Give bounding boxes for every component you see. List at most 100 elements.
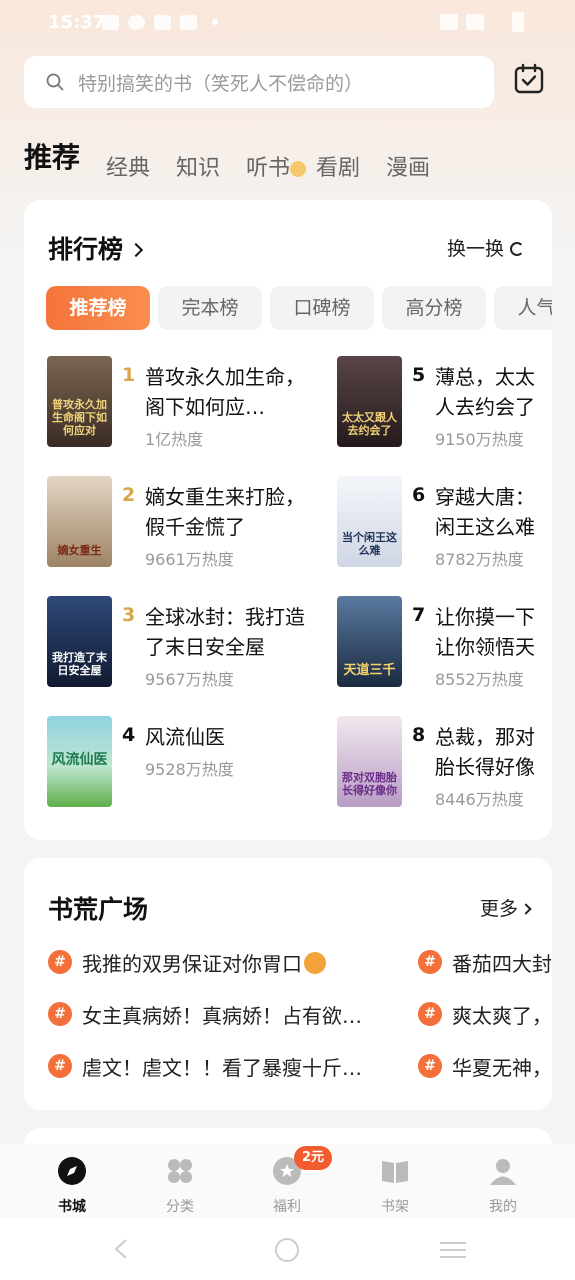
book-cover: 当个闲王这么难 xyxy=(337,476,402,567)
book-heat: 9150万热度 xyxy=(435,430,524,449)
hot-face-emoji-icon xyxy=(304,952,326,974)
eye-icon xyxy=(440,14,458,30)
tab-classic[interactable]: 经典 xyxy=(106,150,150,182)
mail-icon xyxy=(154,15,171,30)
ranking-card: 排行榜 换一换 推荐榜 完本榜 口碑榜 高分榜 人气榜 普攻永久加生命阁下如何应… xyxy=(24,200,552,840)
hashtag-icon: # xyxy=(48,950,72,974)
topic-text: 女主真病娇！真病娇！占有欲… xyxy=(82,1004,362,1028)
book-title: 风流仙医 xyxy=(145,725,225,749)
ranking-title-label: 排行榜 xyxy=(48,235,124,264)
book-item[interactable]: 风流仙医 4 风流仙医 9528万热度 xyxy=(47,716,337,816)
topic-text: 华夏无神， xyxy=(452,1056,552,1080)
rank-number: 7 xyxy=(412,604,426,626)
more-label: 更多 xyxy=(479,898,518,920)
notification-icon xyxy=(128,15,145,30)
search-placeholder: 特别搞笑的书（笑死人不偿命的） xyxy=(78,73,364,95)
hashtag-icon: # xyxy=(418,950,442,974)
topic-text: 爽太爽了， xyxy=(452,1004,552,1028)
notification-icon xyxy=(102,15,119,30)
chip-reputation[interactable]: 口碑榜 xyxy=(270,286,374,330)
chip-completed[interactable]: 完本榜 xyxy=(158,286,262,330)
nav-category[interactable]: 分类 xyxy=(145,1156,215,1216)
book-cover: 太太又跟人去约会了 xyxy=(337,356,402,447)
book-heat: 8782万热度 xyxy=(435,550,524,569)
calendar-check-icon[interactable] xyxy=(512,62,546,96)
book-item[interactable]: 太太又跟人去约会了 5 薄总，太太人去约会了 9150万热度 xyxy=(337,356,552,456)
more-button[interactable]: 更多 xyxy=(479,894,532,921)
book-cover: 那对双胞胎长得好像你 xyxy=(337,716,402,807)
book-item[interactable]: 那对双胞胎长得好像你 8 总裁，那对胎长得好像 8446万热度 xyxy=(337,716,552,816)
rank-number: 4 xyxy=(122,724,136,746)
book-heat: 9528万热度 xyxy=(145,760,234,779)
nav-bookstore[interactable]: 书城 xyxy=(37,1156,107,1216)
ranking-chips: 推荐榜 完本榜 口碑榜 高分榜 人气榜 xyxy=(46,286,552,330)
hashtag-icon: # xyxy=(418,1002,442,1026)
refresh-button[interactable]: 换一换 xyxy=(447,234,524,261)
hashtag-icon: # xyxy=(48,1054,72,1078)
topic-square-title: 书荒广场 xyxy=(48,895,149,924)
book-cover: 嫡女重生 xyxy=(47,476,112,567)
tab-drama[interactable]: 看剧 xyxy=(316,150,360,182)
chip-recommend[interactable]: 推荐榜 xyxy=(46,286,150,330)
welfare-badge: 2元 xyxy=(294,1146,333,1170)
book-title: 穿越大唐：闲王这么难 xyxy=(435,485,535,539)
bottom-nav: 书城 分类 福利 书架 我的 2元 xyxy=(0,1144,575,1218)
chip-popular[interactable]: 人气榜 xyxy=(494,286,552,330)
rank-number: 8 xyxy=(412,724,426,746)
cover-title: 我打造了末日安全屋 xyxy=(52,651,107,677)
back-icon[interactable] xyxy=(112,1238,132,1260)
topic-square-card: 书荒广场 更多 # 我推的双男保证对你胃口 # 番茄四大封 # 女主真病娇！真病… xyxy=(24,858,552,1110)
user-icon xyxy=(490,1159,516,1185)
rank-number: 5 xyxy=(412,364,426,386)
cover-title: 那对双胞胎长得好像你 xyxy=(342,771,397,797)
cover-title: 普攻永久加生命阁下如何应对 xyxy=(52,398,107,437)
wifi-icon xyxy=(466,14,484,30)
cover-title: 天道三千 xyxy=(343,663,396,678)
menu-icon[interactable] xyxy=(440,1240,466,1260)
book-title: 普攻永久加生命，阁下如何应… xyxy=(145,365,305,419)
book-open-icon xyxy=(382,1161,408,1183)
tab-comics[interactable]: 漫画 xyxy=(386,150,430,182)
book-cover: 我打造了末日安全屋 xyxy=(47,596,112,687)
refresh-label: 换一换 xyxy=(446,238,504,260)
cover-title: 嫡女重生 xyxy=(57,544,102,557)
book-item[interactable]: 当个闲王这么难 6 穿越大唐：闲王这么难 8782万热度 xyxy=(337,476,552,576)
rank-number: 2 xyxy=(122,484,136,506)
tab-audiobook[interactable]: 听书 xyxy=(246,150,307,182)
rank-number: 1 xyxy=(122,364,136,386)
nav-label: 书城 xyxy=(58,1199,86,1215)
hashtag-icon: # xyxy=(48,1002,72,1026)
home-icon[interactable] xyxy=(274,1237,300,1263)
compass-icon xyxy=(58,1157,86,1185)
book-title: 全球冰封：我打造了末日安全屋 xyxy=(145,605,305,659)
book-item[interactable]: 普攻永久加生命阁下如何应对 1 普攻永久加生命，阁下如何应… 1亿热度 xyxy=(47,356,337,456)
nav-label: 我的 xyxy=(489,1199,517,1215)
battery-icon xyxy=(512,12,524,32)
book-item[interactable]: 天道三千 7 让你摸一下让你领悟天 8552万热度 xyxy=(337,596,552,696)
nav-label: 分类 xyxy=(166,1199,194,1215)
tab-audiobook-label: 听书 xyxy=(246,156,291,181)
rank-number: 6 xyxy=(412,484,426,506)
search-input[interactable]: 特别搞笑的书（笑死人不偿命的） xyxy=(24,56,494,108)
tab-recommend[interactable]: 推荐 xyxy=(24,136,80,176)
chip-high-score[interactable]: 高分榜 xyxy=(382,286,486,330)
cover-title: 风流仙医 xyxy=(51,752,108,768)
book-item[interactable]: 我打造了末日安全屋 3 全球冰封：我打造了末日安全屋 9567万热度 xyxy=(47,596,337,696)
search-icon xyxy=(46,73,64,91)
book-heat: 1亿热度 xyxy=(145,430,204,449)
ranking-title[interactable]: 排行榜 xyxy=(48,230,144,266)
book-title: 薄总，太太人去约会了 xyxy=(435,365,535,419)
book-heat: 8552万热度 xyxy=(435,670,524,689)
tab-knowledge[interactable]: 知识 xyxy=(176,150,220,182)
book-item[interactable]: 嫡女重生 2 嫡女重生来打脸，假千金慌了 9661万热度 xyxy=(47,476,337,576)
nav-profile[interactable]: 我的 xyxy=(468,1156,538,1216)
mail-icon xyxy=(180,15,197,30)
cover-title: 太太又跟人去约会了 xyxy=(342,411,397,437)
chevron-right-icon xyxy=(520,903,532,915)
status-bar: 15:37 xyxy=(0,0,575,46)
hashtag-icon: # xyxy=(418,1054,442,1078)
topic-label: 我推的双男保证对你胃口 xyxy=(82,952,302,976)
nav-bookshelf[interactable]: 书架 xyxy=(360,1156,430,1216)
book-heat: 9661万热度 xyxy=(145,550,234,569)
book-title: 嫡女重生来打脸，假千金慌了 xyxy=(145,485,305,539)
